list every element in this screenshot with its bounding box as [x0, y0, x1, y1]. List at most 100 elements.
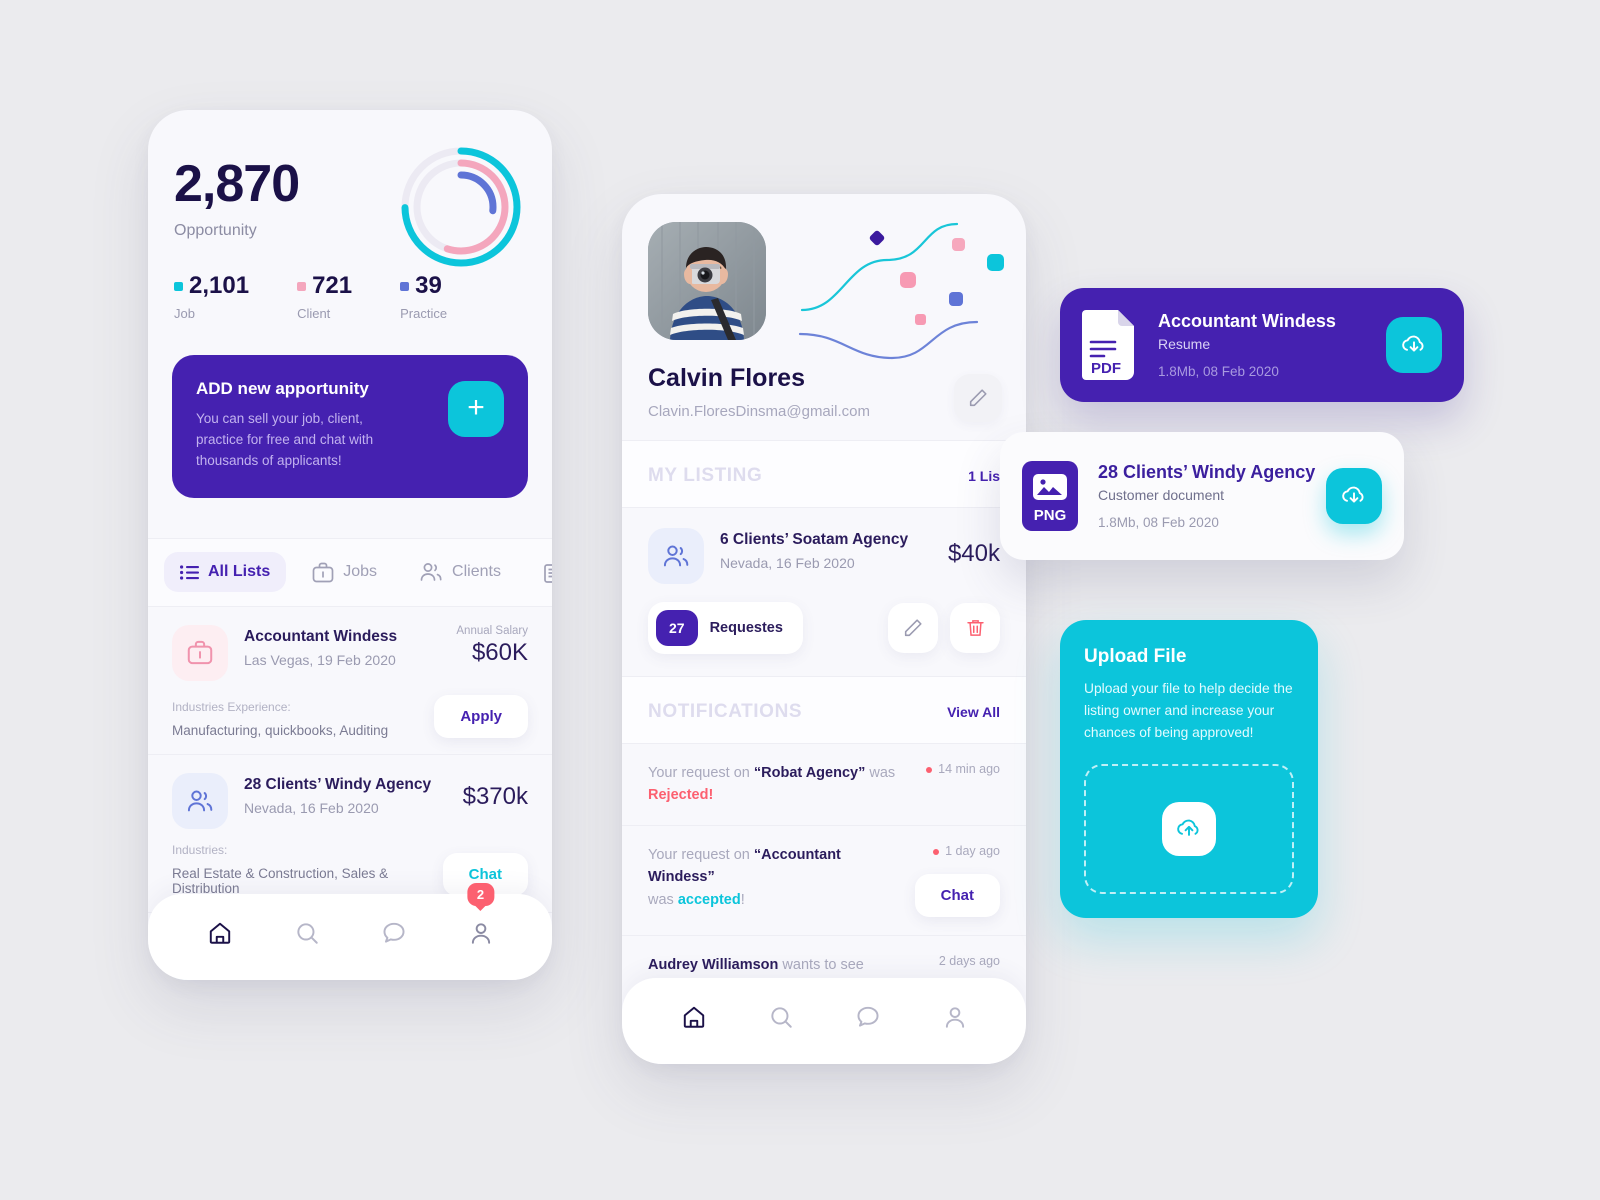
legend-value-client: 721	[312, 272, 353, 299]
bottom-navigation-bar-profile	[622, 978, 1026, 1064]
add-opportunity-button[interactable]: +	[448, 381, 504, 437]
notification-text: Your request on “Robat Agency” was Rejec…	[648, 765, 896, 804]
notifications-title: NOTIFICATIONS	[648, 701, 803, 722]
cloud-download-icon	[1342, 486, 1364, 503]
avatar	[648, 222, 766, 340]
my-listing-header: MY LISTING 1 Lis	[622, 440, 1026, 507]
file-subtitle: Customer document	[1098, 487, 1225, 503]
list-icon	[180, 565, 199, 580]
chat-icon	[856, 1006, 879, 1027]
delete-listing-button[interactable]	[950, 603, 1000, 653]
unread-dot	[933, 848, 940, 855]
building-icon	[544, 563, 552, 583]
requests-count: 27	[656, 610, 698, 646]
edit-listing-button[interactable]	[888, 603, 938, 653]
legend-label-job: Job	[174, 306, 195, 321]
bottom-navigation-bar-home: 2	[148, 883, 552, 980]
nav-profile[interactable]: 2	[457, 883, 505, 957]
row-title: Accountant Windess	[244, 627, 398, 645]
my-listing-card: 6 Clients’ Soatam Agency Nevada, 16 Feb …	[622, 507, 1026, 676]
listing-tabs: All Lists Jobs Clients	[148, 537, 552, 606]
download-button[interactable]	[1386, 317, 1442, 373]
row-amount: $370k	[462, 782, 528, 810]
list-item[interactable]: Your request on “Robat Agency” was Rejec…	[622, 743, 1026, 825]
stats-legend: 2,101 Job 721 Client 39 Practice	[174, 274, 526, 321]
add-opportunity-card[interactable]: ADD new apportunity You can sell your jo…	[172, 355, 528, 498]
people-icon	[663, 545, 689, 567]
file-card-pdf[interactable]: PDF Accountant Windess Resume 1.8Mb, 08 …	[1060, 288, 1464, 402]
download-button[interactable]	[1326, 468, 1382, 524]
row-icon-accountant	[172, 624, 228, 681]
cloud-download-icon	[1402, 335, 1424, 352]
tab-all-lists[interactable]: All Lists	[164, 552, 287, 593]
profile-icon	[945, 1007, 964, 1028]
png-file-icon: PNG	[1022, 461, 1078, 531]
upload-button[interactable]	[1162, 802, 1216, 857]
tab-all-lists-label: All Lists	[208, 563, 271, 581]
home-icon	[209, 922, 230, 944]
nav-search[interactable]	[757, 993, 805, 1041]
nav-home[interactable]	[196, 909, 244, 957]
cloud-upload-icon	[1177, 819, 1199, 837]
requests-label: Requestes	[709, 620, 783, 636]
briefcase-icon	[312, 562, 334, 583]
list-item[interactable]: Your request on “Accountant Windess” was…	[622, 824, 1026, 935]
notification-time: 14 min ago	[906, 762, 1000, 776]
opportunity-donut-chart	[401, 147, 521, 267]
edit-profile-button[interactable]	[954, 374, 1002, 422]
nav-search[interactable]	[283, 909, 331, 957]
nav-chat[interactable]	[844, 993, 892, 1041]
row-subtitle: Nevada, 16 Feb 2020	[720, 555, 855, 571]
legend-item-client: 721 Client	[297, 274, 352, 321]
tab-practice[interactable]	[527, 551, 552, 594]
row-icon-windy-agency	[172, 772, 228, 829]
notification-chat-button[interactable]: Chat	[914, 873, 1000, 917]
file-card-png[interactable]: PNG 28 Clients’ Windy Agency Customer do…	[1000, 432, 1404, 560]
nav-profile[interactable]	[931, 993, 979, 1041]
row-industries-label: Industries Experience:	[172, 699, 291, 714]
legend-label-practice: Practice	[400, 306, 448, 321]
trash-icon	[966, 620, 984, 636]
status-badge: Rejected	[648, 787, 709, 804]
phone-screen-profile: Calvin Flores Clavin.FloresDinsma@gmail.…	[622, 194, 1026, 1064]
search-icon	[296, 923, 318, 944]
tab-jobs-label: Jobs	[343, 563, 378, 581]
apply-button[interactable]: Apply	[434, 694, 528, 738]
svg-text:PNG: PNG	[1034, 507, 1067, 524]
upload-description: Upload your file to help decide the list…	[1084, 681, 1293, 741]
profile-hero: Calvin Flores Clavin.FloresDinsma@gmail.…	[622, 194, 1026, 440]
nav-profile-badge: 2	[466, 883, 495, 906]
photographer-avatar	[648, 222, 766, 340]
file-title: 28 Clients’ Windy Agency	[1098, 462, 1316, 482]
tab-clients-label: Clients	[452, 563, 501, 581]
profile-icon	[471, 923, 490, 944]
legend-label-client: Client	[297, 306, 331, 321]
row-subtitle: Nevada, 16 Feb 2020	[244, 799, 379, 816]
stats-header: 2,870 Opportunity 2,101 Job 721 Client 3…	[148, 110, 552, 321]
row-amount: $60K	[471, 638, 528, 666]
file-size: 1.8Mb, 08 Feb 2020	[1098, 515, 1219, 530]
legend-dot-job	[174, 281, 183, 291]
row-icon-soatam-agency	[648, 528, 704, 584]
pdf-file-icon: PDF	[1082, 310, 1138, 380]
table-row[interactable]: Accountant Windess Las Vegas, 19 Feb 202…	[148, 607, 552, 755]
upload-file-card: Upload File Upload your file to help dec…	[1060, 620, 1318, 918]
notification-text: Your request on “Accountant Windess” was…	[648, 846, 841, 908]
view-all-link[interactable]: View All	[947, 704, 1000, 720]
decorative-squiggles	[798, 222, 1004, 360]
nav-home[interactable]	[670, 993, 718, 1041]
upload-dropzone[interactable]	[1084, 764, 1294, 895]
png-file-icon: PNG	[1022, 461, 1078, 531]
phone-screen-home: 2,870 Opportunity 2,101 Job 721 Client 3…	[148, 110, 552, 980]
legend-item-practice: 39 Practice	[400, 274, 447, 321]
nav-chat[interactable]	[370, 909, 418, 957]
my-listing-title: MY LISTING	[648, 465, 763, 486]
tab-clients[interactable]: Clients	[403, 551, 517, 593]
row-amount-label: Annual Salary	[456, 624, 528, 637]
requests-chip[interactable]: 27 Requestes	[648, 602, 803, 654]
legend-item-job: 2,101 Job	[174, 274, 249, 321]
row-subtitle: Las Vegas, 19 Feb 2020	[244, 651, 396, 668]
legend-dot-practice	[400, 281, 410, 291]
plus-icon: +	[467, 390, 485, 424]
tab-jobs[interactable]: Jobs	[296, 551, 393, 594]
